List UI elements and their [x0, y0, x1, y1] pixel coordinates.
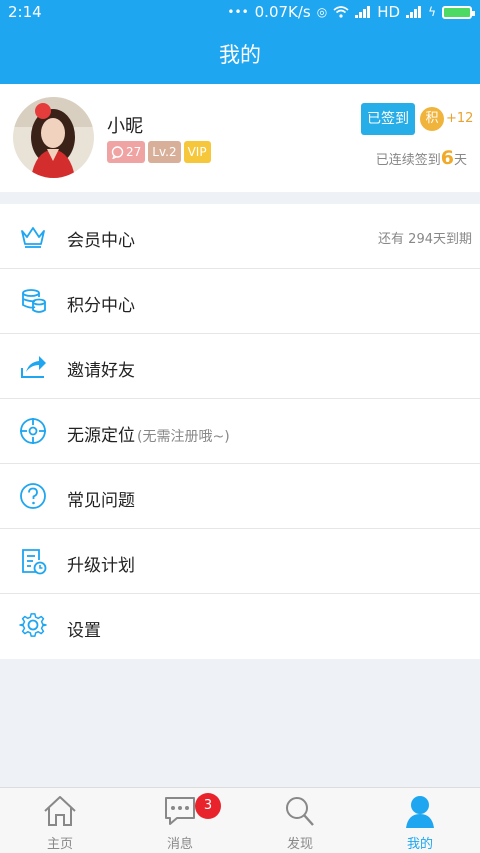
menu-label: 常见问题 — [67, 491, 135, 511]
tab-messages[interactable]: 消息 — [120, 788, 240, 853]
menu-item-invite[interactable]: 邀请好友 — [0, 334, 480, 399]
signin-streak: 已连续签到6天 — [376, 147, 467, 169]
signal-icon-2 — [406, 6, 422, 18]
streak-prefix: 已连续签到 — [375, 153, 441, 168]
level-badge: Lv.2 — [148, 141, 181, 163]
network-speed: 0.07K/s — [254, 3, 311, 21]
chat-bubble-icon — [111, 145, 124, 159]
coins-icon — [22, 289, 46, 313]
menu-item-passive-location[interactable]: 无源定位 (无需注册哦~) — [0, 399, 480, 464]
username: 小昵 — [107, 116, 143, 137]
battery-icon — [442, 5, 475, 19]
search-icon — [286, 797, 314, 826]
more-dots-icon: ••• — [227, 5, 249, 19]
tab-home[interactable]: 主页 — [0, 788, 120, 853]
tab-label: 我的 — [406, 837, 433, 852]
sync-icon: ◎ — [316, 5, 328, 19]
menu-item-points[interactable]: 积分中心 — [0, 269, 480, 334]
page-title-bar: 我的 — [0, 26, 480, 84]
chat-icon — [165, 797, 195, 825]
menu-label: 邀请好友 — [67, 361, 135, 381]
page-title: 我的 — [219, 43, 261, 67]
message-count: 27 — [126, 145, 142, 159]
home-icon — [44, 796, 76, 826]
user-badges: 27 Lv.2 VIP — [107, 141, 211, 163]
menu-item-membership[interactable]: 会员中心 还有 294天到期 — [0, 204, 480, 269]
tab-label: 消息 — [166, 837, 193, 852]
menu-label: 无源定位 — [67, 426, 135, 446]
share-icon — [21, 356, 46, 378]
tab-mine[interactable]: 我的 — [360, 788, 480, 853]
tab-label: 主页 — [46, 837, 73, 852]
vip-badge: VIP — [183, 141, 211, 163]
points-coin-icon: 积 — [420, 107, 444, 131]
document-clock-icon — [22, 549, 47, 575]
menu-label: 升级计划 — [67, 556, 135, 576]
wifi-icon — [333, 6, 349, 18]
streak-days: 6 — [440, 147, 454, 169]
question-icon — [20, 483, 46, 509]
signal-icon — [355, 6, 371, 18]
status-bar: 2:14 ••• 0.07K/s ◎ HD ϟ — [0, 0, 480, 26]
tab-discover[interactable]: 发现 — [240, 788, 360, 853]
menu-label: 积分中心 — [67, 296, 135, 316]
signal-label: HD — [377, 3, 401, 21]
status-time: 2:14 — [8, 3, 42, 21]
user-icon — [406, 796, 434, 828]
menu-label: 会员中心 — [67, 231, 135, 251]
crosshair-icon — [20, 418, 46, 444]
menu-label: 设置 — [67, 621, 101, 641]
menu-item-settings[interactable]: 设置 — [0, 594, 480, 659]
menu-item-upgrade-plan[interactable]: 升级计划 — [0, 529, 480, 594]
status-indicators: ••• 0.07K/s ◎ HD ϟ — [227, 3, 475, 21]
charging-icon: ϟ — [428, 5, 436, 19]
gear-icon — [19, 613, 47, 637]
avatar[interactable] — [13, 97, 94, 178]
avatar-image — [13, 97, 94, 178]
points-delta: +12 — [446, 111, 474, 126]
menu-label-with-hint: 无源定位 (无需注册哦~) — [67, 421, 230, 446]
menu-item-faq[interactable]: 常见问题 — [0, 464, 480, 529]
membership-expiry: 还有 294天到期 — [378, 232, 472, 247]
vip-text: VIP — [187, 145, 207, 159]
crown-icon — [21, 227, 45, 248]
profile-card: 小昵 27 Lv.2 VIP 已签到 积 +12 已连续签到6天 — [0, 84, 480, 192]
message-unread-badge: 3 — [195, 793, 221, 819]
level-text: Lv.2 — [152, 145, 177, 159]
menu-list: 会员中心 还有 294天到期 积分中心 邀请好友 无源定位 (无需注册哦~) 常见… — [0, 204, 480, 659]
streak-suffix: 天 — [453, 153, 467, 168]
signed-in-button[interactable]: 已签到 — [361, 103, 415, 135]
bottom-tab-bar: 主页 消息 发现 我的 — [0, 787, 480, 853]
message-count-badge[interactable]: 27 — [107, 141, 146, 163]
tab-label: 发现 — [286, 837, 313, 852]
menu-hint: (无需注册哦~) — [137, 429, 230, 445]
